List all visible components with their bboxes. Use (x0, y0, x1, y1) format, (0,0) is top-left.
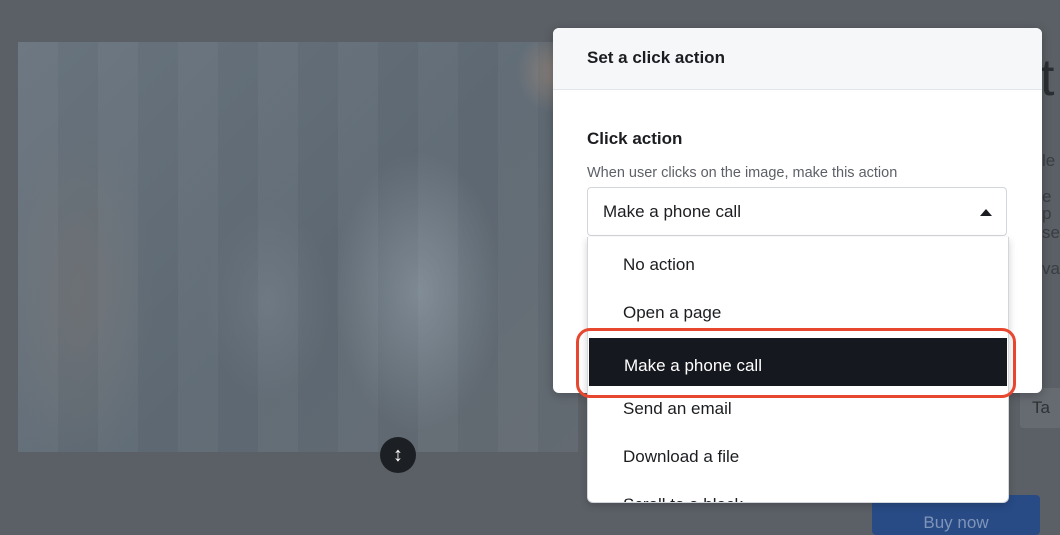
modal-title: Set a click action (587, 48, 725, 67)
background-text-fragment: le (1042, 151, 1056, 170)
select-value: Make a phone call (603, 202, 741, 221)
modal-header: Set a click action (553, 28, 1042, 90)
background-heading-fragment: t (1040, 49, 1055, 107)
background-tag: Ta (1020, 388, 1060, 428)
click-action-label: Click action (587, 129, 683, 148)
background-text-fragment: e p (1042, 187, 1052, 223)
click-action-select[interactable]: Make a phone call (587, 187, 1007, 236)
option-open-a-page[interactable]: Open a page (588, 285, 1008, 333)
vertical-resize-icon[interactable]: ↕ (380, 437, 416, 473)
option-download-a-file[interactable]: Download a file (588, 429, 1008, 477)
highlight-annotation (576, 328, 1016, 398)
hero-image[interactable] (18, 42, 578, 452)
background-text-fragment: se (1042, 223, 1060, 242)
caret-up-icon (980, 209, 992, 216)
click-action-help-text: When user clicks on the image, make this… (587, 165, 898, 181)
option-scroll-to-a-block[interactable]: Scroll to a block (588, 477, 1008, 502)
option-no-action[interactable]: No action (588, 237, 1008, 285)
background-text-fragment: va (1042, 259, 1060, 278)
